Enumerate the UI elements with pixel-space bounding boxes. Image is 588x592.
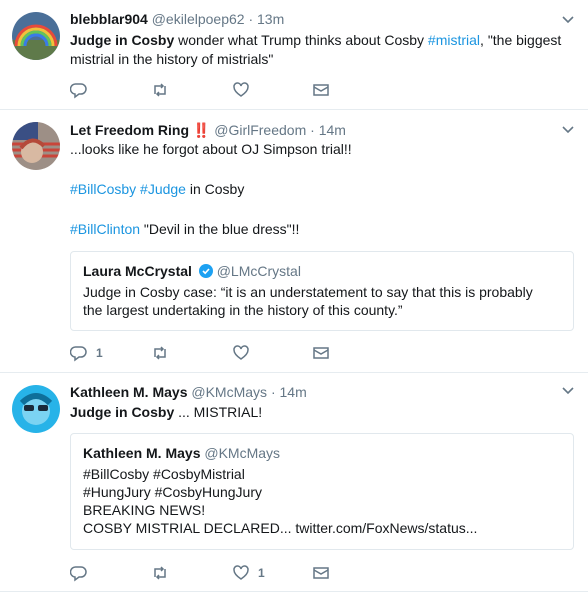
quoted-user-name[interactable]: Laura McCrystal — [83, 263, 192, 279]
direct-message-button[interactable] — [312, 81, 330, 99]
avatar[interactable] — [12, 122, 60, 170]
reply-button[interactable]: 1 — [70, 344, 103, 362]
quoted-text: BREAKING NEWS! — [83, 502, 206, 518]
separator-dot: · — [270, 384, 276, 400]
quoted-tweet[interactable]: Kathleen M. Mays @KMcMays #BillCosby #Co… — [70, 433, 574, 550]
like-button[interactable] — [232, 81, 250, 99]
timestamp[interactable]: 14m — [319, 122, 346, 138]
hashtag-link[interactable]: #BillClinton — [70, 221, 140, 237]
heart-icon — [233, 82, 249, 97]
chevron-down-icon[interactable] — [562, 16, 574, 24]
retweet-icon — [154, 346, 166, 360]
retweet-button[interactable] — [151, 344, 169, 362]
direct-message-button[interactable] — [312, 564, 330, 582]
hashtag-link[interactable]: #Judge — [140, 181, 186, 197]
envelope-icon — [313, 347, 329, 359]
timestamp[interactable]: 14m — [280, 384, 307, 400]
text-segment: wonder what Trump thinks about Cosby — [174, 32, 428, 48]
heart-icon — [233, 345, 249, 360]
user-handle[interactable]: @ekilelpoep62 — [152, 11, 245, 27]
reply-count: 1 — [96, 346, 103, 360]
user-name[interactable]: blebblar904 — [70, 11, 148, 27]
separator-dot: · — [310, 122, 315, 138]
quoted-text: the largest undertaking in the history o… — [83, 302, 403, 318]
double-exclamation-emoji: ‼️ — [192, 122, 211, 138]
quoted-text: #HungJury #CosbyHungJury — [83, 484, 262, 500]
retweet-icon — [154, 566, 166, 580]
chevron-down-icon[interactable] — [562, 126, 574, 134]
envelope-icon — [313, 84, 329, 96]
envelope-icon — [313, 567, 329, 579]
text-line: ...looks like he forgot about OJ Simpson… — [70, 141, 352, 157]
retweet-button[interactable] — [151, 564, 169, 582]
tweet-header: Kathleen M. Mays @KMcMays · 14m — [70, 383, 307, 401]
reply-icon — [70, 566, 87, 582]
text-segment: mistrial in the history of mistrials" — [70, 51, 274, 67]
user-handle[interactable]: @KMcMays — [191, 384, 267, 400]
like-button[interactable]: 1 — [232, 564, 265, 582]
like-count: 1 — [258, 566, 265, 580]
hashtag-link[interactable]: #mistrial — [428, 32, 480, 48]
text-segment: , "the biggest — [480, 32, 562, 48]
text-segment: "Devil in the blue dress"!! — [140, 221, 300, 237]
hashtag-link[interactable]: #BillCosby — [70, 181, 136, 197]
quoted-user-name[interactable]: Kathleen M. Mays — [83, 445, 200, 461]
user-name[interactable]: Let Freedom Ring — [70, 122, 189, 138]
avatar[interactable] — [12, 12, 60, 60]
heart-icon — [233, 565, 249, 580]
reply-button[interactable] — [70, 81, 88, 99]
tweet-header: blebblar904 @ekilelpoep62 · 13m — [70, 10, 284, 28]
quoted-user-handle[interactable]: @KMcMays — [204, 445, 280, 461]
quoted-text: Judge in Cosby case: “it is an understat… — [83, 284, 533, 300]
retweet-icon — [154, 83, 166, 97]
retweet-button[interactable] — [151, 81, 169, 99]
quoted-tweet[interactable]: Laura McCrystal @LMcCrystal Judge in Cos… — [70, 251, 574, 331]
like-button[interactable] — [232, 344, 250, 362]
verified-badge-icon — [198, 264, 213, 278]
quoted-text: COSBY MISTRIAL DECLARED... twitter.com/F… — [83, 520, 478, 536]
bold-phrase: Judge in Cosby — [70, 404, 175, 420]
tweet[interactable]: blebblar904 @ekilelpoep62 · 13m Judge in… — [0, 0, 588, 110]
reply-icon — [70, 346, 87, 362]
tweet-header: Let Freedom Ring ‼️ @GirlFreedom · 14m — [70, 121, 346, 139]
tweet[interactable]: Let Freedom Ring ‼️ @GirlFreedom · 14m .… — [0, 110, 588, 373]
tweet-text: Judge in Cosby wonder what Trump thinks … — [70, 31, 570, 69]
tweet-text: ...looks like he forgot about OJ Simpson… — [70, 140, 570, 239]
user-handle[interactable]: @GirlFreedom — [214, 122, 306, 138]
avatar[interactable] — [12, 385, 60, 433]
direct-message-button[interactable] — [312, 344, 330, 362]
timestamp[interactable]: 13m — [257, 11, 284, 27]
quoted-text: #BillCosby #CosbyMistrial — [83, 466, 245, 482]
tweet[interactable]: Kathleen M. Mays @KMcMays · 14m Judge in… — [0, 373, 588, 592]
quoted-user-handle[interactable]: @LMcCrystal — [217, 263, 301, 279]
text-segment: ... MISTRIAL! — [174, 404, 263, 420]
user-name[interactable]: Kathleen M. Mays — [70, 384, 187, 400]
reply-button[interactable] — [70, 564, 88, 582]
separator-dot: · — [248, 11, 254, 27]
bold-phrase: Judge in Cosby — [70, 32, 175, 48]
text-segment: in Cosby — [185, 181, 245, 197]
tweet-text: Judge in Cosby ... MISTRIAL! — [70, 403, 570, 422]
reply-icon — [70, 83, 87, 99]
chevron-down-icon[interactable] — [562, 387, 574, 395]
